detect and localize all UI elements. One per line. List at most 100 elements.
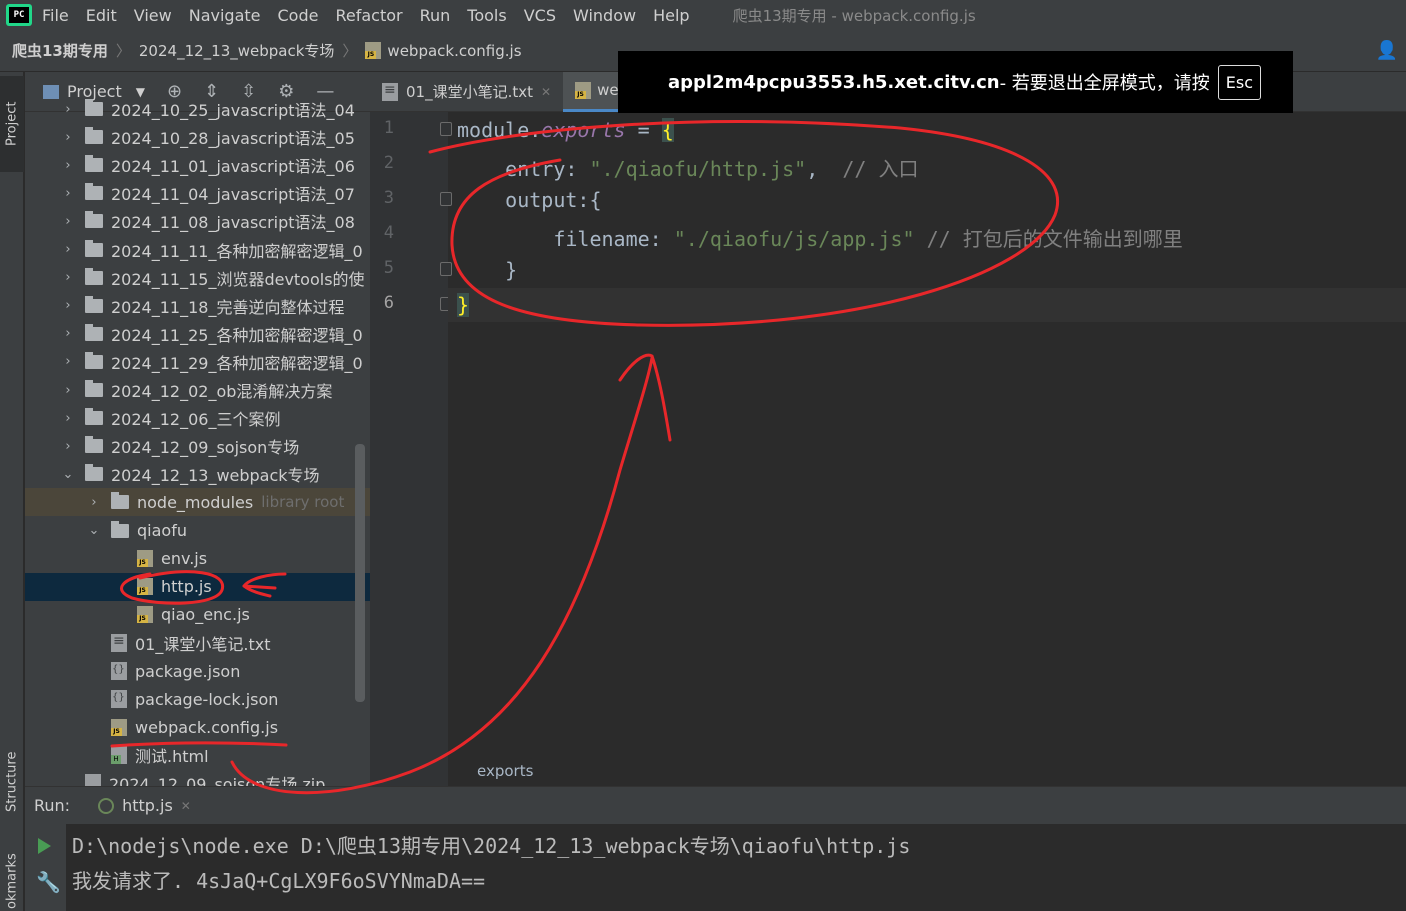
menu-file[interactable]: File — [42, 6, 69, 25]
tool-tab-structure[interactable]: Structure — [0, 732, 24, 832]
chevron-right-icon[interactable]: › — [61, 102, 75, 117]
folder-icon — [85, 436, 103, 454]
tree-scrollbar[interactable] — [355, 444, 365, 702]
play-icon[interactable] — [38, 838, 51, 854]
chevron-right-icon[interactable]: › — [61, 270, 75, 285]
fullscreen-notice: appl2m4pcpu3553.h5.xet.citv.cn - 若要退出全屏模… — [618, 51, 1293, 113]
folder-icon — [85, 408, 103, 426]
menu-code[interactable]: Code — [278, 6, 319, 25]
chevron-right-icon[interactable]: › — [61, 158, 75, 173]
tree-folder[interactable]: › 2024_10_28_javascript语法_05 — [25, 123, 370, 151]
chevron-right-icon[interactable]: › — [61, 242, 75, 257]
chevron-right-icon[interactable]: › — [61, 439, 75, 454]
tree-file[interactable]: 测试.html — [25, 741, 370, 769]
tree-folder[interactable]: › 2024_11_18_完善逆向整体过程 — [25, 292, 370, 320]
fold-marker-icon[interactable] — [440, 262, 452, 276]
menu-refactor[interactable]: Refactor — [335, 6, 402, 25]
code-token: = — [625, 118, 662, 142]
tree-file[interactable]: env.js — [25, 545, 370, 573]
fold-marker-icon[interactable] — [440, 192, 452, 206]
code-token: , — [806, 157, 843, 181]
tool-tab-bookmarks[interactable]: okmarks — [0, 852, 24, 911]
line-number: 5 — [383, 258, 394, 278]
menu-view[interactable]: View — [134, 6, 172, 25]
tab-notes[interactable]: 01_课堂小笔记.txt ✕ — [370, 72, 563, 112]
chevron-right-icon[interactable]: › — [61, 214, 75, 229]
folder-icon — [111, 492, 129, 510]
run-console[interactable]: 🔧 D:\nodejs\node.exe D:\爬虫13期专用\2024_12_… — [25, 824, 1406, 911]
breadcrumb-separator: 〉 — [115, 42, 131, 60]
line-number: 3 — [383, 188, 394, 208]
folder-icon — [85, 183, 103, 201]
menu-edit[interactable]: Edit — [86, 6, 117, 25]
chevron-right-icon[interactable]: › — [61, 298, 75, 313]
close-icon[interactable]: ✕ — [541, 85, 551, 99]
menu-help[interactable]: Help — [653, 6, 689, 25]
menu-vcs[interactable]: VCS — [524, 6, 556, 25]
tree-file[interactable]: qiao_enc.js — [25, 601, 370, 629]
tool-tab-project[interactable]: Project — [0, 76, 24, 172]
tree-folder[interactable]: › 2024_11_29_各种加密解密逻辑_0 — [25, 348, 370, 376]
tree-file[interactable]: 2024_12_09_sojson专场.zip — [25, 769, 370, 786]
code-editor[interactable]: 123456 module.exports = { entry: "./qiao… — [370, 112, 1406, 786]
tree-folder[interactable]: › 2024_11_15_浏览器devtools的使 — [25, 264, 370, 292]
chevron-right-icon[interactable]: › — [61, 326, 75, 341]
tree-folder[interactable]: ⌄ 2024_12_13_webpack专场 — [25, 460, 370, 488]
tree-item-label: 2024_11_29_各种加密解密逻辑_0 — [111, 353, 363, 373]
breadcrumb-project[interactable]: 爬虫13期专用 — [12, 40, 108, 61]
menu-run[interactable]: Run — [420, 6, 451, 25]
tree-item-label: 2024_11_25_各种加密解密逻辑_0 — [111, 325, 363, 345]
tree-file[interactable]: package.json — [25, 657, 370, 685]
chevron-right-icon[interactable]: › — [61, 383, 75, 398]
text-file-icon — [382, 82, 398, 101]
line-number: 4 — [383, 223, 394, 243]
tree-item-label: 2024_11_04_javascript语法_07 — [111, 185, 355, 205]
line-gutter: 1 2 3 4 5 6 — [370, 112, 452, 786]
tree-folder[interactable]: › 2024_11_25_各种加密解密逻辑_0 — [25, 320, 370, 348]
code-line: } — [457, 293, 470, 317]
tree-folder[interactable]: › 2024_12_02_ob混淆解决方案 — [25, 376, 370, 404]
tree-folder[interactable]: › 2024_12_09_sojson专场 — [25, 432, 370, 460]
menu-window[interactable]: Window — [573, 6, 636, 25]
user-icon[interactable]: 👤 — [1376, 40, 1398, 61]
chevron-right-icon[interactable]: › — [61, 411, 75, 426]
run-tab-http[interactable]: http.js ✕ — [98, 796, 191, 815]
tree-item-label: 2024_11_18_完善逆向整体过程 — [111, 297, 345, 317]
breadcrumb-file[interactable]: webpack.config.js — [387, 42, 521, 60]
left-tool-strip: Project Structure okmarks — [0, 72, 24, 911]
tree-item-label: 2024_10_25_javascript语法_04 — [111, 101, 355, 120]
tree-folder[interactable]: › 2024_11_04_javascript语法_07 — [25, 179, 370, 207]
chevron-right-icon[interactable]: › — [61, 354, 75, 369]
code-line: filename: "./qiaofu/js/app.js" // 打包后的文件… — [457, 223, 1182, 252]
menu-navigate[interactable]: Navigate — [189, 6, 261, 25]
tree-folder[interactable]: ⌄ qiaofu — [25, 517, 370, 545]
fold-marker-icon[interactable] — [440, 122, 452, 136]
tree-folder[interactable]: › 2024_11_11_各种加密解密逻辑_0 — [25, 236, 370, 264]
chevron-down-icon[interactable]: ⌄ — [87, 523, 101, 538]
chevron-right-icon[interactable]: › — [61, 186, 75, 201]
tree-folder[interactable]: › 2024_10_25_javascript语法_04 — [25, 95, 370, 123]
chevron-right-icon[interactable]: › — [87, 495, 101, 510]
tree-file[interactable]: http.js — [25, 572, 370, 601]
tree-folder[interactable]: › 2024_12_06_三个案例 — [25, 404, 370, 432]
tree-folder[interactable]: › 2024_11_08_javascript语法_08 — [25, 207, 370, 235]
tree-folder[interactable]: › 2024_11_01_javascript语法_06 — [25, 151, 370, 179]
code-breadcrumb[interactable]: exports — [477, 762, 533, 780]
folder-icon — [85, 127, 103, 145]
wrench-icon[interactable]: 🔧 — [36, 870, 61, 894]
tree-file[interactable]: package-lock.json — [25, 685, 370, 713]
tree-folder[interactable]: › node_modules library root — [25, 488, 370, 517]
breadcrumb-folder[interactable]: 2024_12_13_webpack专场 — [139, 40, 335, 61]
tree-file[interactable]: 01_课堂小笔记.txt — [25, 629, 370, 657]
menu-tools[interactable]: Tools — [467, 6, 506, 25]
project-panel: Project ▼ ⊕ ⇕ ⇳ ⚙ — › 2024_10_25_javascri… — [25, 72, 370, 786]
code-token: "./qiaofu/http.js" — [589, 157, 807, 181]
chevron-down-icon[interactable]: ⌄ — [61, 467, 75, 482]
close-icon[interactable]: ✕ — [181, 799, 191, 813]
tree-file[interactable]: webpack.config.js — [25, 713, 370, 741]
code-token: "./qiaofu/js/app.js" — [673, 227, 915, 251]
folder-icon — [85, 380, 103, 397]
folder-icon — [85, 323, 103, 341]
tree-item-label: node_modules — [137, 492, 254, 512]
chevron-right-icon[interactable]: › — [61, 130, 75, 145]
